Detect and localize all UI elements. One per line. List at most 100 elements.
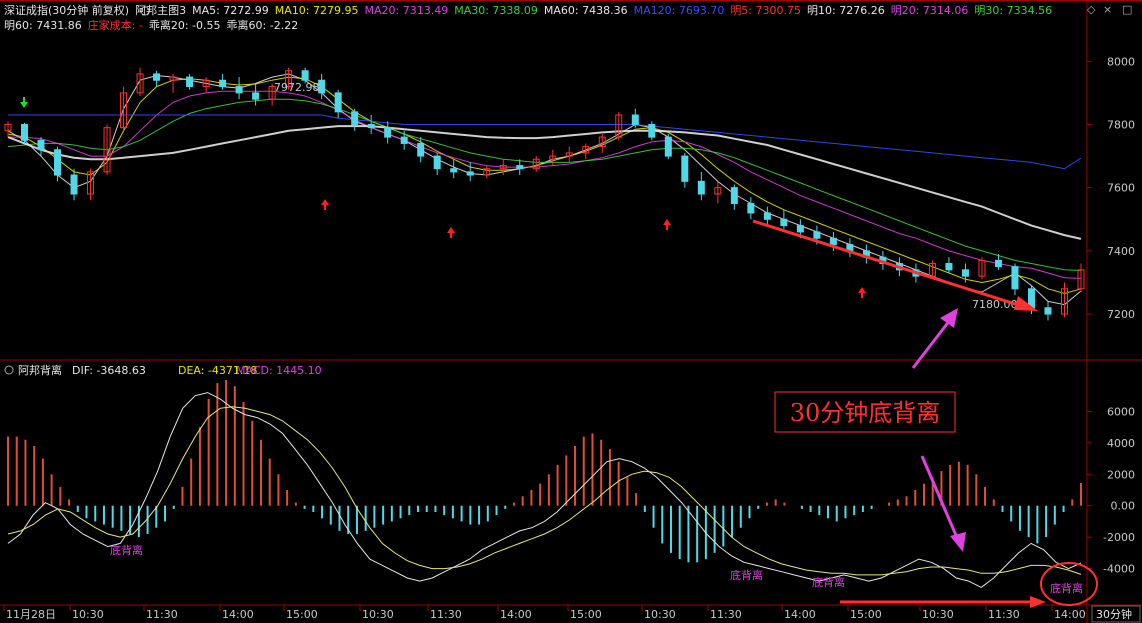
candle-body [697,180,705,195]
price-tick-label: 7200 [1107,308,1135,321]
dif-value: DIF: -3648.63 [72,364,146,377]
background [0,0,1142,623]
indicator-title[interactable]: 阿邦主图3 [135,4,186,17]
time-tick-label: 11:30 [710,608,742,621]
low-price-label: 7180.00 [972,298,1018,311]
candle-body [730,187,738,204]
maximize-icon[interactable]: □ [1122,3,1132,16]
candle-body [54,149,62,176]
candle-body [961,269,969,277]
time-tick-label: 14:00 [1054,608,1086,621]
time-tick-label: 10:30 [922,608,954,621]
divergence-label: 底背离 [1050,581,1083,595]
candle-body [400,136,408,144]
time-tick-label: 15:00 [286,608,318,621]
candle-body [450,168,458,173]
close-icon[interactable]: × [1103,3,1112,16]
candle-body [21,123,29,141]
ma-value: MA10: 7279.95 [274,4,359,17]
time-tick-label: 10:30 [362,608,394,621]
candle-body [466,171,474,176]
ma-value: 明20: 7314.06 [890,4,969,17]
price-tick-label: 8000 [1107,55,1135,68]
candle-body [301,70,309,81]
chart-canvas[interactable]: 8000 7800 7600 7400 7200 7972.98 7180.00 阿邦背离 DI… [0,0,1142,623]
price-header-line1: 深证成指(30分钟 前复权) 阿邦主图3 MA5: 7272.99 MA10: 727… [4,4,1058,18]
price-tick-label: 7600 [1107,182,1135,195]
candle-body [433,155,441,170]
macd-tick-label: -4000 [1103,563,1135,576]
candle-body [1011,266,1019,290]
candle-body [219,79,227,88]
candle-body [417,142,425,157]
diamond-icon[interactable]: ◇ [1087,3,1095,16]
candle-body [763,212,771,220]
candle-body [648,123,656,138]
time-tick-label: 14:00 [222,608,254,621]
time-tick-label: 15:00 [570,608,602,621]
candle-body [153,73,161,81]
candle-body [351,111,359,125]
index-title: 深证成指(30分钟 前复权) [4,4,130,17]
macd-tick-label: 2000 [1107,468,1135,481]
divergence-label: 底背离 [812,575,845,589]
candle-body [186,76,194,88]
ma-value: 明30: 7334.56 [974,4,1053,17]
candle-body [681,155,689,182]
candle-body [384,127,392,138]
ma-value: MA20: 7313.49 [364,4,449,17]
candle-body [37,139,45,151]
candle-body [796,225,804,233]
ma-value: 明10: 7276.26 [807,4,885,17]
candle-body [334,92,342,113]
candle-body [70,174,78,195]
candle-body [813,231,821,239]
time-tick-label: 11:30 [988,608,1020,621]
candle-body [664,136,672,157]
macd-tick-label: -2000 [1103,531,1135,544]
macd-tick-label: 0.00 [1111,500,1136,513]
candle-body [631,114,639,125]
price-tick-label: 7800 [1107,118,1135,131]
header-stat: 乖离60: -2.22 [226,19,299,32]
time-tick-label: 11:30 [146,608,178,621]
time-tick-label: 11月28日 [6,608,56,621]
ma-value: MA60: 7438.36 [543,4,628,17]
header-stat: 明60: 7431.86 [4,19,82,32]
divergence-label: 底背离 [730,568,763,582]
callout-text: 30分钟底背离 [790,399,941,427]
header-stat: 乖离20: -0.55 [148,19,221,32]
high-price-label: 7972.98 [274,81,320,94]
header-stat: 庄家成本: - [87,19,143,32]
candle-body [829,237,837,246]
price-tick-label: 7400 [1107,245,1135,258]
macd-tick-label: 6000 [1107,405,1135,418]
candle-body [945,263,953,271]
candle-body [994,259,1002,268]
ma-value: MA5: 7272.99 [192,4,269,17]
candle-body [252,92,260,100]
candle-body [747,202,755,214]
time-tick-label: 10:30 [72,608,104,621]
candle-body [235,86,243,94]
ma-value: MA120: 7693.70 [633,4,725,17]
ma-value: MA30: 7338.09 [454,4,538,17]
time-tick-label: 14:00 [784,608,816,621]
time-tick-label: 15:00 [850,608,882,621]
price-header-line2: 明60: 7431.86 庄家成本: - 乖离20: -0.55 乖离60: -2.2… [4,19,304,33]
candle-body [516,165,524,170]
period-selector: 30分钟 [1096,607,1132,621]
candle-body [318,79,326,94]
candle-body [367,123,375,129]
macd-value: MACD: 1445.10 [236,364,322,377]
macd-tick-label: 4000 [1107,437,1135,450]
time-tick-label: 11:30 [430,608,462,621]
candle-body [1044,307,1052,315]
divergence-label: 底背离 [110,543,143,557]
time-tick-label: 10:30 [644,608,676,621]
stock-chart-window: 8000 7800 7600 7400 7200 7972.98 7180.00 阿邦背离 DI… [0,0,1142,623]
time-tick-label: 14:00 [500,608,532,621]
ma-value: 明5: 7300.75 [730,4,802,17]
candle-body [780,218,788,227]
macd-title: 阿邦背离 [18,363,62,377]
